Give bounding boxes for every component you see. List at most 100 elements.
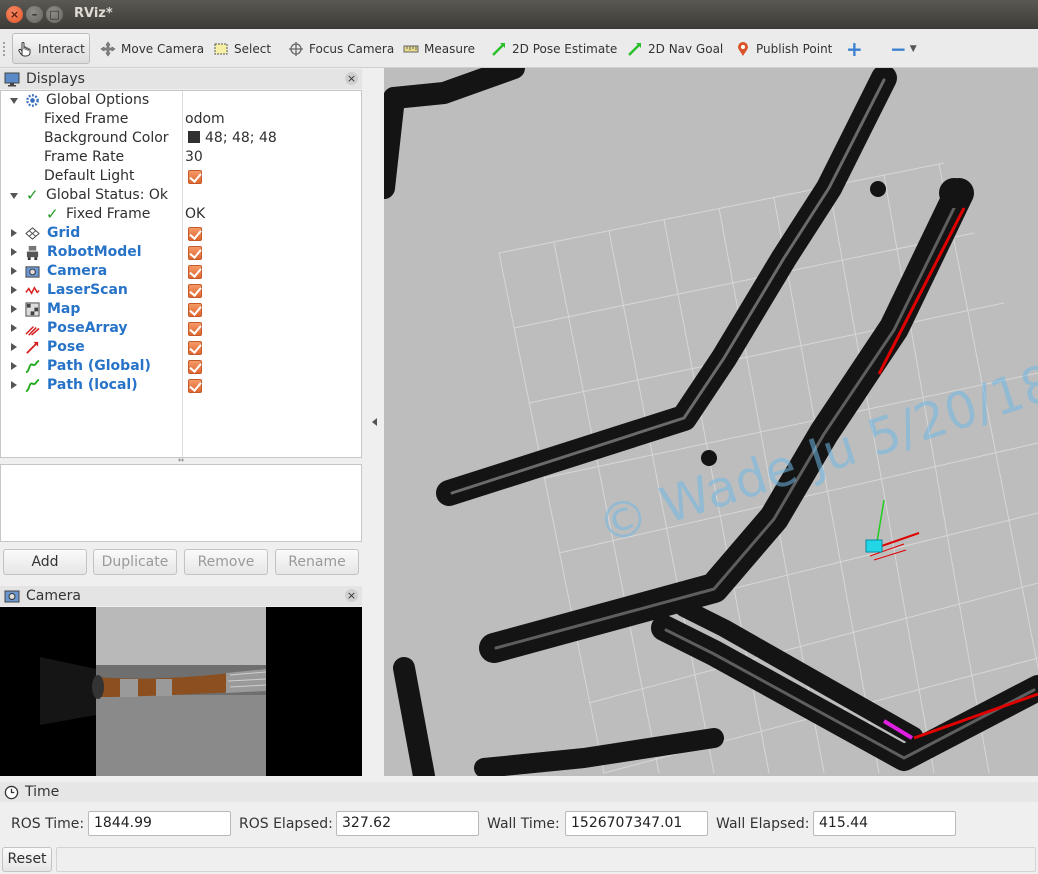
tool-move-camera-button[interactable]: Move Camera	[96, 33, 208, 64]
checkbox[interactable]	[188, 379, 202, 393]
panel-splitter-handle[interactable]	[178, 458, 184, 462]
property-value[interactable]: 30	[185, 148, 203, 167]
expand-arrow-icon[interactable]	[11, 229, 17, 237]
camera-image	[0, 607, 362, 776]
expand-arrow-icon[interactable]	[11, 248, 17, 256]
add-tool-button[interactable]: +	[842, 33, 867, 64]
tree-item-frame-rate[interactable]: Frame Rate 30	[1, 148, 361, 167]
displays-panel-close-button[interactable]: ×	[345, 72, 358, 85]
tree-item-posearray[interactable]: PoseArray	[1, 319, 361, 338]
move-camera-icon	[100, 40, 116, 57]
checkbox[interactable]	[188, 322, 202, 336]
ros-elapsed-label: ROS Elapsed:	[239, 816, 333, 832]
displays-panel-header: Displays ×	[0, 69, 362, 89]
tree-item-status-fixed-frame[interactable]: ✓ Fixed Frame OK	[1, 205, 361, 224]
time-panel-title: Time	[25, 784, 60, 800]
tree-item-laserscan[interactable]: LaserScan	[1, 281, 361, 300]
tree-item-label: PoseArray	[47, 320, 128, 336]
minus-icon: −	[890, 36, 907, 61]
tree-item-path-global[interactable]: Path (Global)	[1, 357, 361, 376]
expand-arrow-icon[interactable]	[10, 193, 18, 199]
expand-arrow-icon[interactable]	[11, 362, 17, 370]
remove-display-button[interactable]: Remove	[184, 549, 268, 575]
robot-icon	[26, 245, 39, 260]
ruler-icon	[403, 45, 419, 52]
rename-display-button[interactable]: Rename	[275, 549, 359, 575]
window-minimize-button[interactable]: –	[26, 6, 43, 23]
checkbox[interactable]	[188, 246, 202, 260]
ros-time-field[interactable]: 1844.99	[88, 811, 231, 836]
monitor-icon	[4, 72, 20, 86]
collapse-arrow-icon[interactable]	[372, 418, 377, 426]
color-value-text: 48; 48; 48	[205, 130, 277, 146]
checkbox[interactable]	[188, 303, 202, 317]
wall-time-field[interactable]: 1526707347.01	[565, 811, 708, 836]
tool-2d-nav-goal-label: 2D Nav Goal	[648, 41, 724, 56]
expand-arrow-icon[interactable]	[11, 305, 17, 313]
window-title: RViz*	[74, 6, 113, 21]
expand-arrow-icon[interactable]	[11, 343, 17, 351]
3d-render-viewport[interactable]: © Wade Ju 5/20/18	[384, 68, 1038, 776]
tool-select-button[interactable]: Select	[209, 33, 275, 64]
tool-publish-point-button[interactable]: Publish Point	[731, 33, 836, 64]
pose-arrow-icon	[26, 341, 39, 354]
tool-focus-camera-button[interactable]: Focus Camera	[284, 33, 398, 64]
checkbox[interactable]	[188, 227, 202, 241]
tree-item-grid[interactable]: Grid	[1, 224, 361, 243]
reset-button[interactable]: Reset	[2, 847, 52, 872]
remove-tool-button[interactable]: − ▼	[886, 33, 921, 64]
expand-arrow-icon[interactable]	[11, 324, 17, 332]
checkbox[interactable]	[188, 360, 202, 374]
window-close-button[interactable]: ×	[6, 6, 23, 23]
checkbox[interactable]	[188, 284, 202, 298]
expand-arrow-icon[interactable]	[11, 381, 17, 389]
tree-item-path-local[interactable]: Path (local)	[1, 376, 361, 395]
checkbox[interactable]	[188, 170, 202, 184]
tree-item-map[interactable]: Map	[1, 300, 361, 319]
displays-panel-title: Displays	[26, 71, 85, 87]
duplicate-display-button[interactable]: Duplicate	[93, 549, 177, 575]
window-maximize-button[interactable]: □	[46, 6, 63, 23]
tree-item-label: RobotModel	[47, 244, 142, 260]
tree-item-fixed-frame[interactable]: Fixed Frame odom	[1, 110, 361, 129]
tool-2d-nav-goal-button[interactable]: 2D Nav Goal	[623, 33, 727, 64]
expand-arrow-icon[interactable]	[10, 98, 18, 104]
wall-elapsed-field[interactable]: 415.44	[813, 811, 956, 836]
camera-panel-header: Camera ×	[0, 586, 362, 606]
property-label: Background Color	[44, 130, 169, 146]
gear-icon	[26, 94, 39, 107]
checkbox[interactable]	[188, 265, 202, 279]
tool-2d-pose-estimate-button[interactable]: 2D Pose Estimate	[487, 33, 621, 64]
status-bar	[56, 847, 1036, 872]
property-label: Default Light	[44, 168, 135, 184]
camera-panel-close-button[interactable]: ×	[345, 589, 358, 602]
wall-elapsed-label: Wall Elapsed:	[716, 816, 810, 832]
tree-item-global-options[interactable]: Global Options	[1, 91, 361, 110]
tree-item-default-light[interactable]: Default Light	[1, 167, 361, 186]
tree-item-camera[interactable]: Camera	[1, 262, 361, 281]
tree-item-background-color[interactable]: Background Color 48; 48; 48	[1, 129, 361, 148]
tool-interact-button[interactable]: Interact	[12, 33, 90, 64]
pose-array-icon	[25, 326, 40, 336]
expand-arrow-icon[interactable]	[11, 267, 17, 275]
tree-item-global-status[interactable]: ✓ Global Status: Ok	[1, 186, 361, 205]
title-bar: × – □ RViz*	[0, 0, 1038, 29]
tree-item-pose[interactable]: Pose	[1, 338, 361, 357]
tree-item-robotmodel[interactable]: RobotModel	[1, 243, 361, 262]
tool-measure-button[interactable]: Measure	[399, 33, 479, 64]
tool-2d-pose-estimate-label: 2D Pose Estimate	[512, 41, 618, 56]
tree-item-label: Global Status: Ok	[46, 187, 169, 203]
property-value[interactable]: odom	[185, 110, 225, 129]
property-label: Fixed Frame	[66, 206, 151, 222]
color-swatch[interactable]	[188, 131, 200, 143]
toolbar-grip[interactable]	[2, 41, 6, 57]
tree-item-label: Camera	[47, 263, 108, 279]
add-display-button[interactable]: Add	[3, 549, 87, 575]
check-icon: ✓	[26, 186, 39, 204]
main-splitter[interactable]	[362, 68, 384, 776]
property-value[interactable]: 48; 48; 48	[188, 129, 277, 148]
checkbox[interactable]	[188, 341, 202, 355]
crosshair-icon	[289, 41, 303, 56]
ros-elapsed-field[interactable]: 327.62	[336, 811, 479, 836]
expand-arrow-icon[interactable]	[11, 286, 17, 294]
